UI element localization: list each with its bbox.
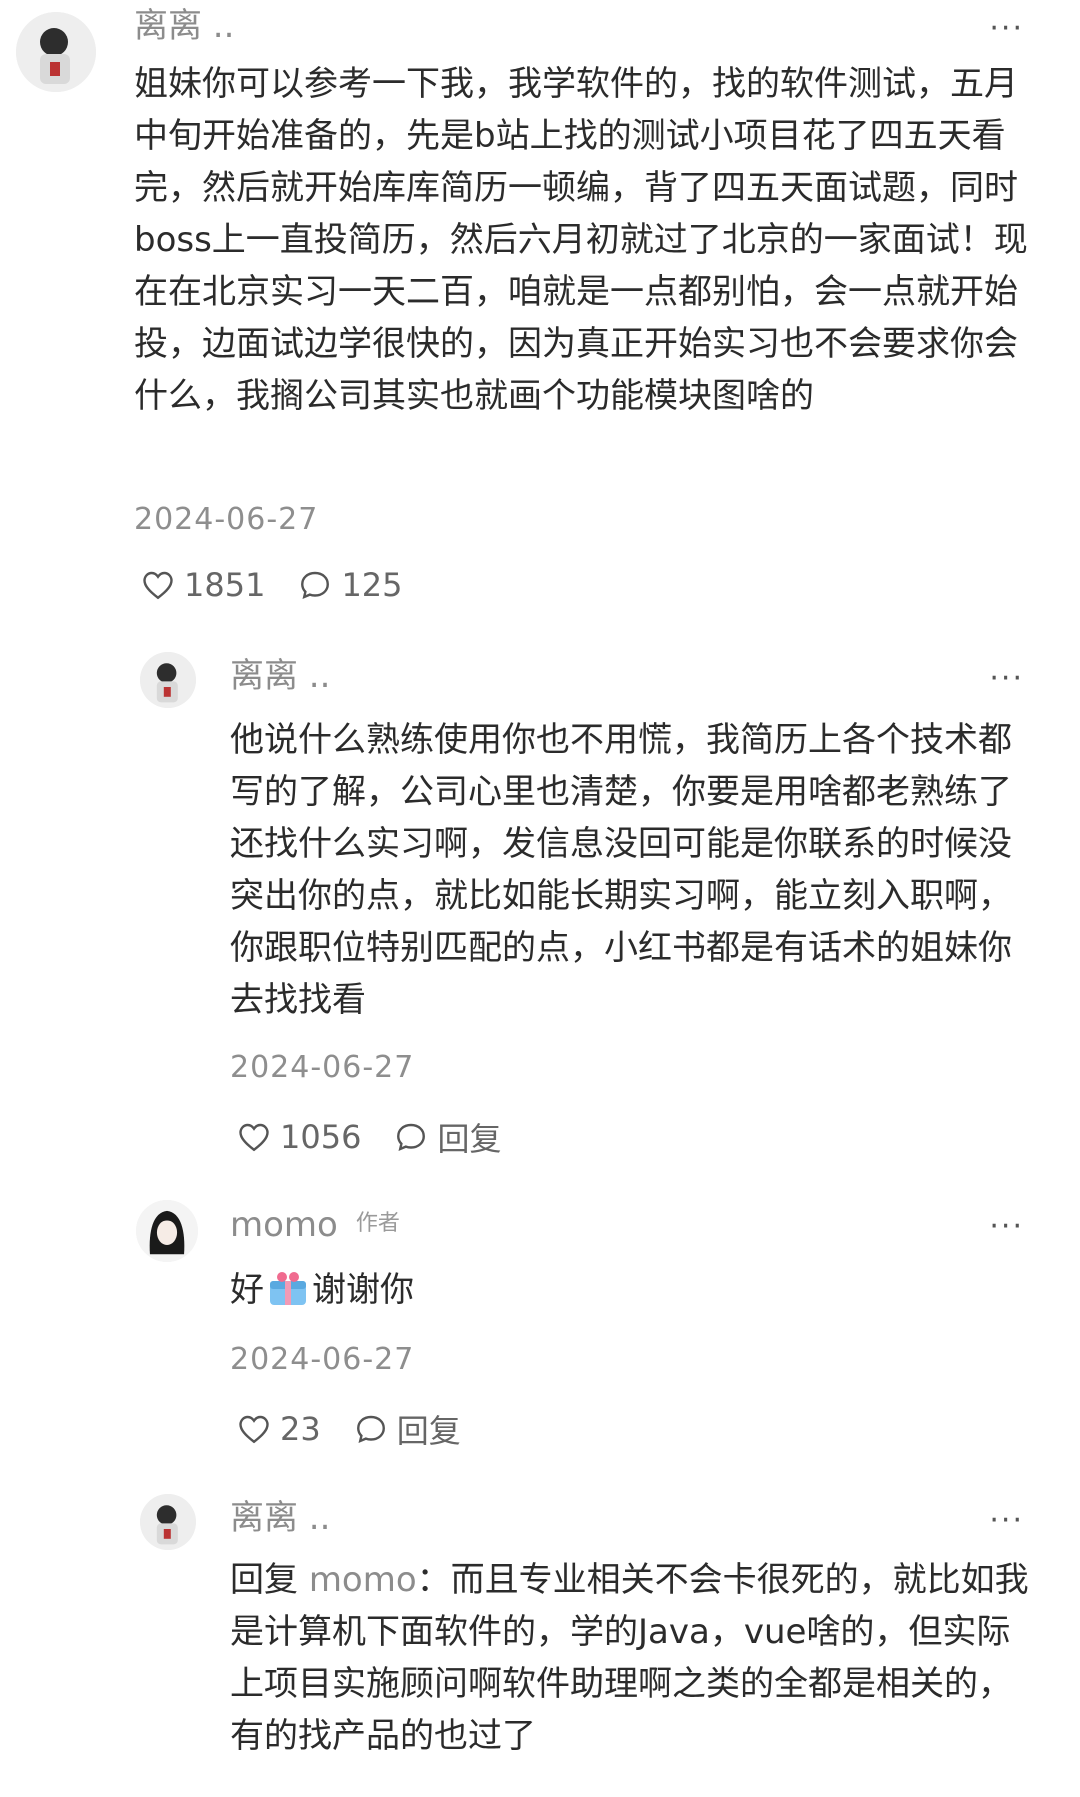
more-options-button[interactable]: ··· [989, 1212, 1024, 1242]
like-button[interactable]: 23 [236, 1410, 321, 1448]
reply-label: 回复 [396, 1412, 461, 1450]
comment-text: 回复 momo：而且专业相关不会卡很死的，就比如我是计算机下面软件的，学的Jav… [230, 1554, 1038, 1762]
like-button[interactable]: 1056 [236, 1118, 361, 1156]
like-button[interactable]: 1851 [140, 566, 265, 604]
author-name[interactable]: 离离 .. [230, 656, 330, 696]
comment-bubble-icon [356, 1415, 385, 1444]
author-name[interactable]: 离离 .. [230, 1498, 330, 1538]
comment-date: 2024-06-27 [134, 502, 319, 537]
comment-text: 他说什么熟练使用你也不用慌，我简历上各个技术都写的了解，公司心里也清楚，你要是用… [230, 720, 1012, 1020]
comment-actions: 23 回复 [236, 1406, 493, 1452]
comment-bubble-icon [397, 1123, 426, 1152]
comment-text-after: 谢谢你 [312, 1270, 414, 1310]
heart-icon [143, 571, 173, 600]
like-count: 23 [280, 1410, 321, 1448]
comment-actions: 1056 回复 [236, 1114, 533, 1160]
more-options-button[interactable]: ··· [989, 664, 1024, 694]
avatar[interactable] [140, 1494, 196, 1550]
gift-emoji-icon [266, 1269, 310, 1307]
comment-text-before: 好 [230, 1270, 264, 1310]
reply-target-link[interactable]: momo [309, 1560, 417, 1600]
avatar[interactable] [16, 12, 96, 92]
author-name[interactable]: 离离 .. [134, 6, 234, 46]
author-name[interactable]: momo 作者 [230, 1204, 400, 1245]
comment-date: 2024-06-27 [230, 1342, 415, 1377]
more-options-button[interactable]: ··· [989, 14, 1024, 44]
more-options-button[interactable]: ··· [989, 1506, 1024, 1536]
comment-text: 姐妹你可以参考一下我，我学软件的，找的软件测试，五月中旬开始准备的，先是b站上找… [134, 64, 1028, 416]
comment-bubble-icon [301, 571, 330, 600]
avatar-image [136, 1200, 198, 1262]
reply-label: 回复 [437, 1120, 502, 1158]
comment-date: 2024-06-27 [230, 1050, 415, 1085]
comment-actions: 1851 125 [140, 566, 435, 604]
avatar-image [16, 12, 96, 92]
author-badge: 作者 [355, 1211, 400, 1236]
avatar-image [140, 652, 196, 708]
comment-text: 好 谢谢你 [230, 1264, 1038, 1316]
heart-icon [239, 1415, 269, 1444]
avatar-image [140, 1494, 196, 1550]
heart-icon [239, 1123, 269, 1152]
reply-count: 125 [341, 566, 403, 604]
reply-count-button[interactable]: 125 [297, 566, 403, 604]
author-name-text: momo [230, 1205, 338, 1245]
reply-prefix: 回复 [230, 1560, 309, 1600]
reply-button[interactable]: 回复 [393, 1114, 501, 1160]
avatar[interactable] [140, 652, 196, 708]
reply-button[interactable]: 回复 [353, 1406, 461, 1452]
avatar[interactable] [136, 1200, 198, 1262]
like-count: 1056 [280, 1118, 362, 1156]
like-count: 1851 [184, 566, 266, 604]
